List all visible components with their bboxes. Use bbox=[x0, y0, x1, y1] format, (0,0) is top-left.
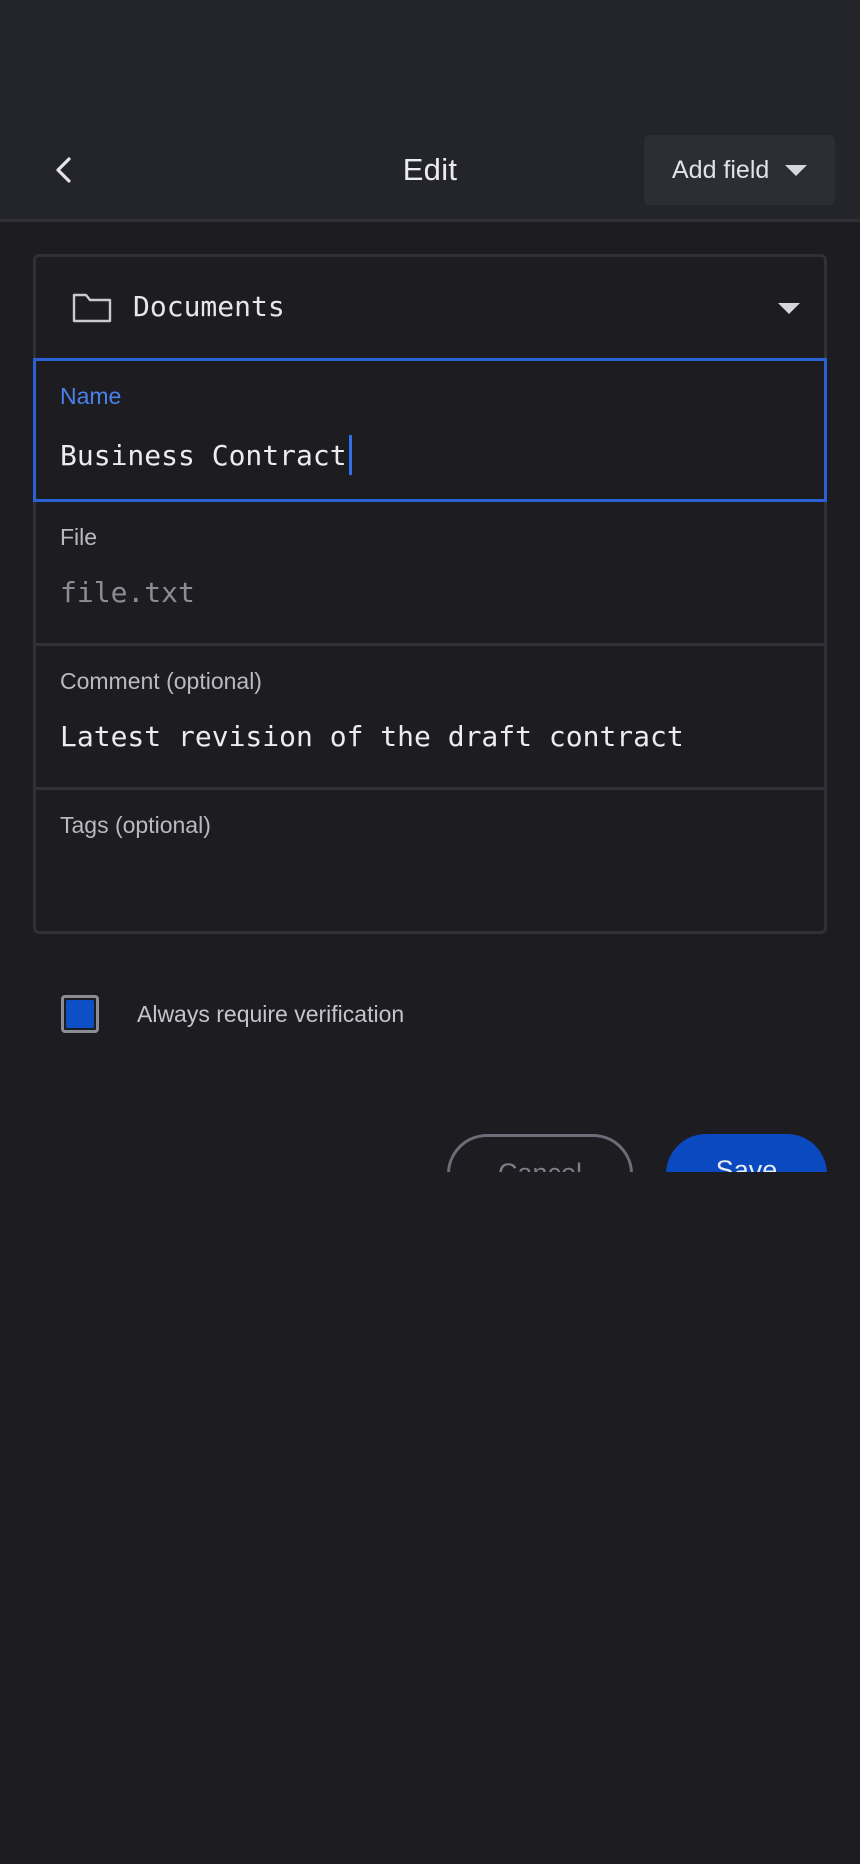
name-field[interactable]: Name Business Contract bbox=[33, 358, 827, 502]
caret-down-icon bbox=[778, 303, 800, 314]
file-label: File bbox=[60, 524, 98, 550]
status-bar bbox=[0, 0, 860, 118]
text-cursor bbox=[348, 435, 352, 475]
folder-select[interactable]: Documents bbox=[36, 257, 824, 361]
cancel-button[interactable]: Cancel bbox=[447, 1134, 633, 1172]
caret-down-icon bbox=[785, 164, 808, 176]
tags-field[interactable]: Tags (optional) bbox=[36, 790, 824, 931]
edit-form: Documents Name Business Contract File fi… bbox=[33, 254, 827, 934]
folder-value: Documents bbox=[133, 290, 285, 323]
verification-option[interactable]: Always require verification bbox=[61, 995, 404, 1033]
add-field-label: Add field bbox=[672, 155, 770, 184]
checkbox-checked-indicator bbox=[66, 1000, 94, 1028]
name-value: Business Contract bbox=[60, 438, 347, 472]
comment-label: Comment (optional) bbox=[60, 668, 262, 694]
add-field-button[interactable]: Add field bbox=[644, 135, 835, 205]
comment-field[interactable]: Comment (optional) Latest revision of th… bbox=[36, 646, 824, 790]
folder-icon bbox=[72, 293, 112, 323]
save-label: Save bbox=[715, 1155, 778, 1172]
name-input[interactable]: Business Contract bbox=[60, 435, 352, 475]
app-header: Edit Add field bbox=[0, 118, 860, 222]
file-input[interactable]: file.txt bbox=[60, 576, 195, 609]
verification-checkbox[interactable] bbox=[61, 995, 99, 1033]
comment-input[interactable]: Latest revision of the draft contract bbox=[60, 720, 684, 753]
save-button[interactable]: Save bbox=[666, 1134, 827, 1172]
cancel-label: Cancel bbox=[498, 1158, 582, 1172]
tags-label: Tags (optional) bbox=[60, 812, 211, 838]
form-actions: Cancel Save bbox=[0, 1130, 860, 1172]
file-field[interactable]: File file.txt bbox=[36, 502, 824, 646]
verification-label: Always require verification bbox=[137, 1000, 405, 1027]
name-label: Name bbox=[60, 383, 122, 409]
